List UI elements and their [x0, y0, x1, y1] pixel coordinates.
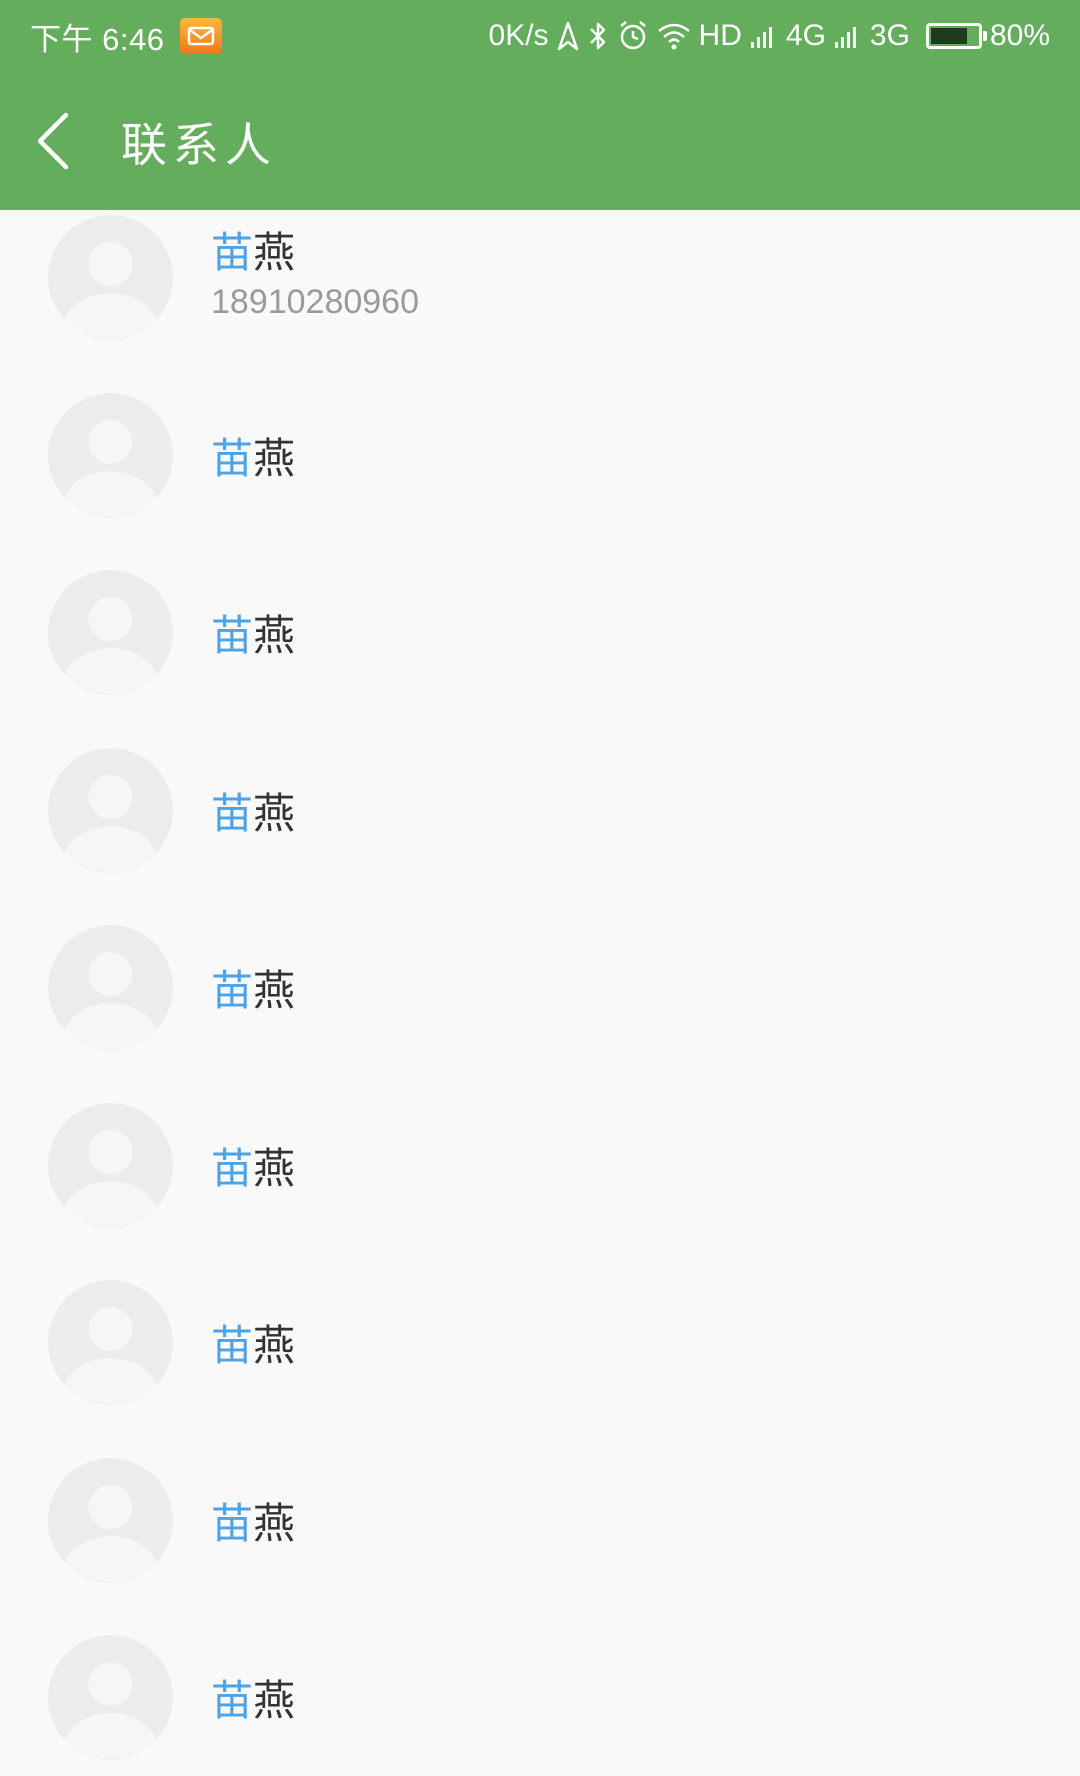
contact-name-highlight: 苗 — [211, 611, 254, 660]
contact-name: 苗燕 — [211, 966, 295, 1016]
contact-name: 苗燕 — [211, 434, 295, 484]
contact-name-highlight: 苗 — [211, 788, 254, 838]
avatar — [48, 392, 173, 518]
contact-name-highlight: 苗 — [211, 433, 254, 483]
contact-list: 苗燕 18910280960 苗燕 苗燕 苗燕 苗燕 苗燕 苗燕 苗燕 苗燕 — [0, 210, 1080, 1776]
default-avatar-icon — [48, 747, 173, 873]
contact-name-highlight: 苗 — [211, 1676, 254, 1725]
network-3g: 3G — [869, 19, 910, 52]
contact-name: 苗燕 — [211, 1144, 295, 1194]
title-bar: 联系人 — [0, 72, 1080, 210]
contact-item[interactable]: 苗燕 — [0, 565, 1080, 743]
default-avatar-icon — [48, 570, 173, 695]
avatar — [48, 1457, 173, 1583]
avatar — [48, 925, 173, 1050]
page-title: 联系人 — [121, 118, 277, 172]
status-left: 下午 6:46 — [30, 16, 223, 57]
contact-name: 苗燕 — [211, 1321, 295, 1371]
avatar — [48, 747, 173, 873]
location-icon — [557, 21, 579, 51]
contact-item[interactable]: 苗燕 — [0, 388, 1080, 566]
contact-name: 苗燕 — [211, 1676, 295, 1726]
chevron-left-icon — [37, 112, 69, 170]
contact-name-rest: 燕 — [253, 1498, 296, 1548]
contact-item[interactable]: 苗燕 — [0, 1453, 1080, 1631]
default-avatar-icon — [48, 215, 173, 340]
signal-icon — [750, 22, 778, 50]
contact-name-rest: 燕 — [253, 1321, 296, 1370]
avatar — [48, 570, 173, 695]
default-avatar-icon — [48, 1102, 173, 1228]
status-time: 下午 6:46 — [30, 21, 165, 57]
default-avatar-icon — [48, 392, 173, 518]
contact-name: 苗燕 — [211, 789, 295, 839]
contact-name-highlight: 苗 — [211, 228, 254, 277]
contact-name-rest: 燕 — [253, 228, 296, 277]
contact-phone: 18910280960 — [211, 283, 420, 321]
default-avatar-icon — [48, 1280, 173, 1405]
avatar — [48, 1280, 173, 1405]
contact-name: 苗燕 — [211, 611, 295, 661]
contact-name-rest: 燕 — [253, 966, 296, 1015]
signal-icon — [834, 22, 862, 50]
contact-name-highlight: 苗 — [211, 966, 254, 1015]
bluetooth-icon — [587, 20, 609, 52]
battery-icon — [925, 23, 987, 49]
network-4g: 4G — [785, 19, 826, 52]
contact-name-rest: 燕 — [253, 788, 296, 838]
status-right: 0K/s HD 4G 3G 80% — [489, 16, 1050, 56]
header: 下午 6:46 0K/s HD 4G 3G 80% 联系人 — [0, 0, 1080, 210]
battery-fill — [930, 28, 967, 44]
contact-name-highlight: 苗 — [211, 1143, 254, 1193]
contact-name-highlight: 苗 — [211, 1321, 254, 1370]
default-avatar-icon — [48, 1457, 173, 1583]
contact-name: 苗燕 — [211, 228, 295, 278]
default-avatar-icon — [48, 1635, 173, 1760]
back-button[interactable] — [22, 102, 84, 180]
alarm-icon — [617, 20, 649, 52]
contact-name-rest: 燕 — [253, 433, 296, 483]
contact-item[interactable]: 苗燕 18910280960 — [0, 210, 1080, 388]
avatar — [48, 1635, 173, 1760]
battery-percent: 80% — [989, 19, 1050, 52]
wifi-icon — [657, 22, 691, 50]
contact-item[interactable]: 苗燕 — [0, 1275, 1080, 1453]
contact-item[interactable]: 苗燕 — [0, 920, 1080, 1098]
contact-name-rest: 燕 — [253, 611, 296, 660]
contact-name-highlight: 苗 — [211, 1498, 254, 1548]
default-avatar-icon — [48, 925, 173, 1050]
contact-name-rest: 燕 — [253, 1676, 296, 1725]
mail-icon — [180, 18, 223, 54]
status-bar: 下午 6:46 0K/s HD 4G 3G 80% — [0, 0, 1080, 72]
network-speed: 0K/s — [488, 19, 549, 52]
contact-name-rest: 燕 — [253, 1143, 296, 1193]
contacts-screen: 下午 6:46 0K/s HD 4G 3G 80% 联系人 苗燕 1891028… — [0, 0, 1080, 1776]
contact-item[interactable]: 苗燕 — [0, 1630, 1080, 1776]
avatar — [48, 215, 173, 340]
contact-item[interactable]: 苗燕 — [0, 1098, 1080, 1276]
hd-label: HD — [698, 19, 742, 52]
contact-name: 苗燕 — [211, 1499, 295, 1549]
contact-item[interactable]: 苗燕 — [0, 743, 1080, 921]
avatar — [48, 1102, 173, 1228]
